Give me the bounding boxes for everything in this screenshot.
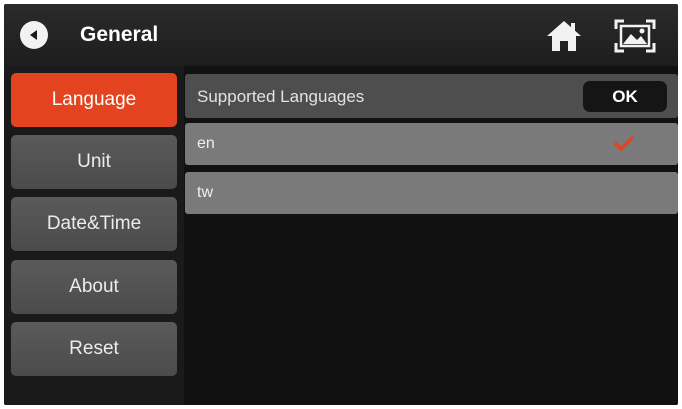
device-screen: General Language Unit Date&Time About Re… xyxy=(4,4,678,405)
language-option-tw[interactable]: tw xyxy=(185,172,678,214)
language-code: tw xyxy=(197,184,213,201)
settings-sidebar: Language Unit Date&Time About Reset xyxy=(4,66,184,405)
language-panel: Supported Languages OK en tw xyxy=(184,66,678,405)
screenshot-button[interactable] xyxy=(613,18,657,54)
sidebar-item-label: About xyxy=(69,276,119,297)
back-arrow-icon xyxy=(30,30,37,40)
sidebar-item-label: Language xyxy=(51,89,137,110)
back-button[interactable] xyxy=(20,21,48,49)
sidebar-item-unit[interactable]: Unit xyxy=(11,135,177,189)
sidebar-item-reset[interactable]: Reset xyxy=(11,322,177,376)
language-code: en xyxy=(197,135,215,152)
sidebar-item-language[interactable]: Language xyxy=(11,73,177,127)
checkmark-icon xyxy=(614,136,634,151)
sidebar-item-label: Date&Time xyxy=(46,213,142,234)
supported-languages-header: Supported Languages OK xyxy=(185,74,678,118)
screenshot-icon xyxy=(614,19,656,53)
sidebar-item-date-time[interactable]: Date&Time xyxy=(11,197,177,251)
sidebar-item-label: Reset xyxy=(69,338,119,359)
section-title: Supported Languages xyxy=(197,87,365,106)
page-title: General xyxy=(80,23,159,46)
sidebar-item-about[interactable]: About xyxy=(11,260,177,314)
home-button[interactable] xyxy=(545,19,583,53)
top-bar: General xyxy=(4,4,678,67)
sidebar-item-label: Unit xyxy=(77,151,111,172)
ok-button[interactable]: OK xyxy=(583,81,667,112)
language-option-en[interactable]: en xyxy=(185,123,678,165)
home-icon xyxy=(547,21,581,51)
